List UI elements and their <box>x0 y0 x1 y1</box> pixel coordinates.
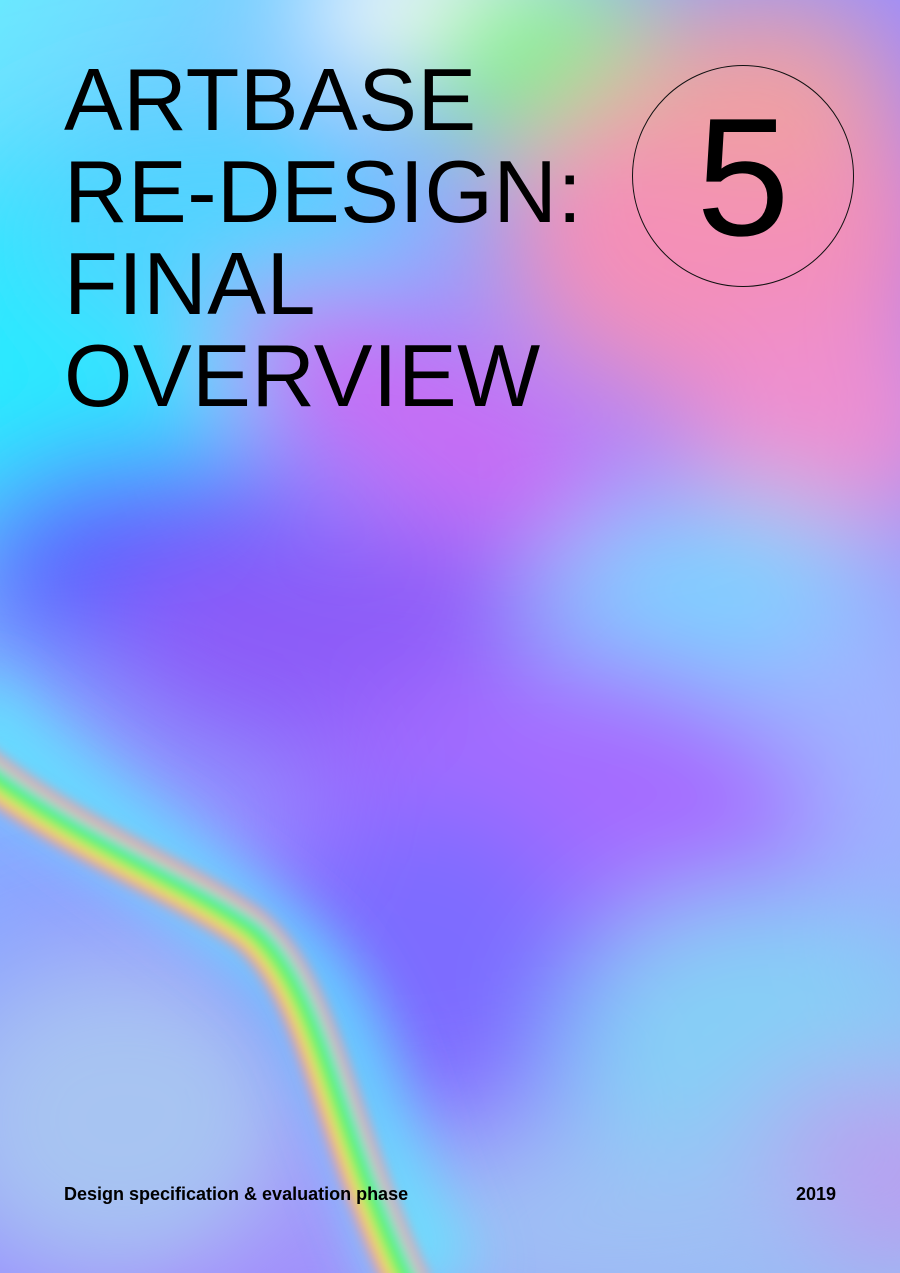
issue-number: 5 <box>696 83 790 271</box>
cover-title: ARTBASE RE-DESIGN: FINAL OVERVIEW <box>64 54 582 422</box>
cover-page: ARTBASE RE-DESIGN: FINAL OVERVIEW 5 Desi… <box>0 0 900 1273</box>
title-line: OVERVIEW <box>64 326 541 425</box>
title-line: FINAL <box>64 234 316 333</box>
cover-year: 2019 <box>795 1184 836 1204</box>
title-line: RE-DESIGN: <box>64 142 583 241</box>
cover-subtitle: Design specification & evaluation phase <box>64 1184 409 1204</box>
title-line: ARTBASE <box>64 50 477 149</box>
issue-number-circle: 5 <box>632 65 854 287</box>
